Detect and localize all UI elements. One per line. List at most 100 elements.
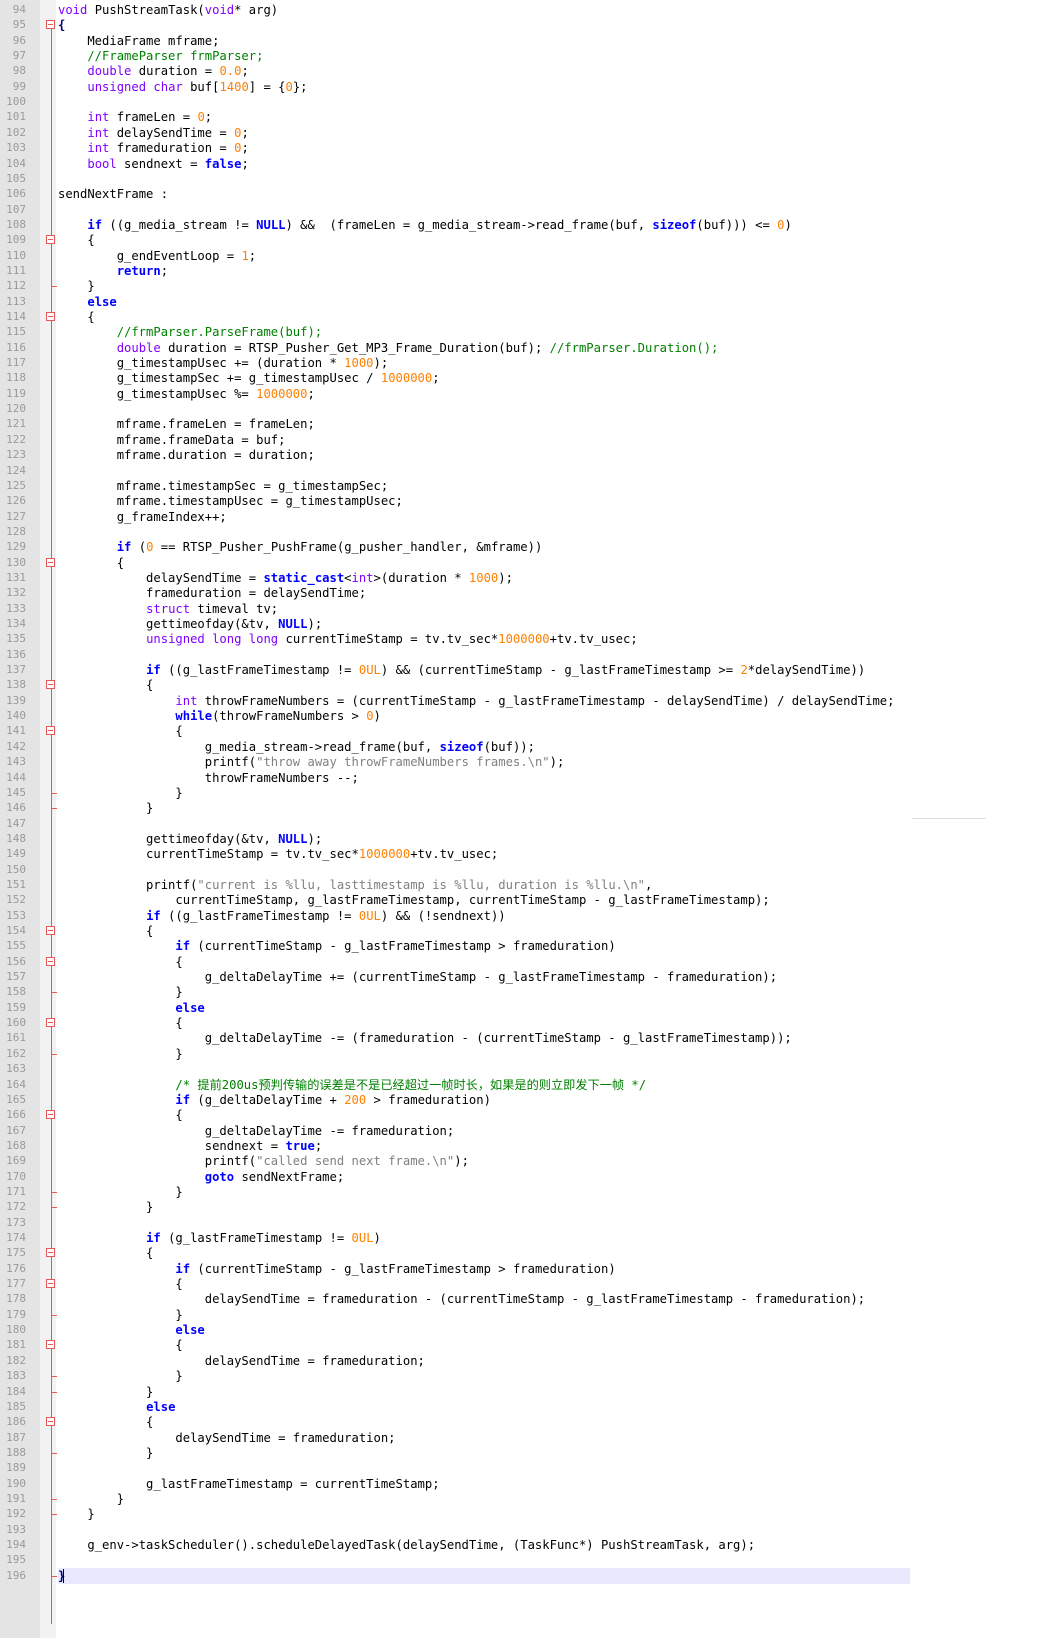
code-line[interactable]: 136 — [0, 647, 1037, 663]
fold-toggle-icon[interactable] — [46, 312, 55, 321]
code-text[interactable]: //FrameParser frmParser; — [58, 48, 263, 64]
code-text[interactable]: if ((g_lastFrameTimestamp != 0UL) && (!s… — [58, 908, 506, 924]
code-text[interactable]: } — [58, 1368, 182, 1384]
code-editor[interactable]: 94 void PushStreamTask(void* arg) 95{96 Me… — [0, 0, 1037, 1638]
code-text[interactable]: } — [58, 800, 153, 816]
code-text[interactable]: sendnext = true; — [58, 1138, 322, 1154]
code-line[interactable]: 151 printf("current is %llu, lasttimesta… — [0, 877, 1037, 893]
code-line[interactable]: 190 g_lastFrameTimestamp = currentTimeSt… — [0, 1476, 1037, 1492]
code-text[interactable]: { — [58, 1337, 182, 1353]
code-line[interactable]: 99 unsigned char buf[1400] = {0}; — [0, 79, 1037, 95]
code-line[interactable]: 168 sendnext = true; — [0, 1138, 1037, 1154]
fold-toggle-icon[interactable] — [46, 1110, 55, 1120]
code-text[interactable]: g_timestampUsec %= 1000000; — [58, 386, 315, 402]
code-line[interactable]: 132 frameduration = delaySendTime; — [0, 585, 1037, 601]
code-text[interactable]: double duration = RTSP_Pusher_Get_MP3_Fr… — [58, 340, 719, 356]
code-line[interactable]: 153 if ((g_lastFrameTimestamp != 0UL) &&… — [0, 908, 1037, 924]
code-line[interactable]: 169 printf("called send next frame.\n"); — [0, 1153, 1037, 1169]
code-line[interactable]: 148 gettimeofday(&tv, NULL); — [0, 831, 1037, 847]
code-line[interactable]: 186 { — [0, 1414, 1037, 1430]
code-text[interactable]: { — [58, 954, 182, 970]
code-text[interactable]: double duration = 0.0; — [58, 63, 248, 79]
code-line[interactable]: 154 { — [0, 923, 1037, 939]
code-line[interactable]: 109 { — [0, 232, 1037, 248]
code-line[interactable]: 192 } — [0, 1506, 1037, 1522]
code-line[interactable]: 179 } — [0, 1307, 1037, 1323]
code-line[interactable]: 128 — [0, 524, 1037, 540]
code-text[interactable]: int frameduration = 0; — [58, 140, 248, 156]
code-line[interactable]: 172 } — [0, 1199, 1037, 1215]
code-text[interactable]: { — [58, 1276, 182, 1292]
code-text[interactable]: mframe.frameData = buf; — [58, 432, 286, 448]
code-text[interactable]: g_timestampUsec += (duration * 1000); — [58, 355, 389, 371]
code-text[interactable]: g_deltaDelayTime += (currentTimeStamp - … — [58, 969, 777, 985]
code-text[interactable]: } — [58, 1307, 182, 1323]
code-line[interactable]: 106 sendNextFrame : — [0, 186, 1037, 202]
code-line[interactable]: 142 g_media_stream->read_frame(buf, size… — [0, 739, 1037, 755]
fold-toggle-icon[interactable] — [46, 557, 55, 567]
code-text[interactable]: g_lastFrameTimestamp = currentTimeStamp; — [58, 1476, 440, 1492]
code-text[interactable]: delaySendTime = frameduration; — [58, 1353, 425, 1369]
code-line[interactable]: 158 } — [0, 984, 1037, 1000]
code-line[interactable]: 149 currentTimeStamp = tv.tv_sec*1000000… — [0, 846, 1037, 862]
code-line[interactable]: 108 if ((g_media_stream != NULL) && (fra… — [0, 217, 1037, 233]
code-line[interactable]: 122 mframe.frameData = buf; — [0, 432, 1037, 448]
code-text[interactable]: unsigned long long currentTimeStamp = tv… — [58, 631, 638, 647]
code-text[interactable]: } — [58, 1506, 94, 1522]
code-text[interactable]: g_deltaDelayTime -= frameduration; — [58, 1123, 455, 1139]
code-text[interactable]: if ((g_lastFrameTimestamp != 0UL) && (cu… — [58, 662, 865, 678]
code-line[interactable]: 164 /* 提前200us预判传输的误差是不是已经超过一帧时长，如果是的则立即… — [0, 1077, 1037, 1093]
fold-toggle-icon[interactable] — [46, 1279, 55, 1289]
fold-toggle-icon[interactable] — [46, 1417, 55, 1427]
fold-toggle-icon[interactable] — [46, 726, 55, 736]
code-text[interactable]: mframe.duration = duration; — [58, 447, 315, 463]
code-text[interactable]: MediaFrame mframe; — [58, 33, 219, 49]
fold-toggle-icon[interactable] — [46, 926, 55, 935]
code-text[interactable]: g_deltaDelayTime -= (frameduration - (cu… — [58, 1030, 792, 1046]
code-text[interactable]: printf("called send next frame.\n"); — [58, 1153, 469, 1169]
code-line[interactable]: 157 g_deltaDelayTime += (currentTimeStam… — [0, 969, 1037, 985]
code-text[interactable]: { — [58, 309, 94, 325]
code-line[interactable]: 96 MediaFrame mframe; — [0, 33, 1037, 49]
code-text[interactable]: if ((g_media_stream != NULL) && (frameLe… — [58, 217, 791, 233]
code-line[interactable]: 111 return; — [0, 263, 1037, 279]
code-line[interactable]: 138 { — [0, 677, 1037, 693]
code-text[interactable]: if (g_lastFrameTimestamp != 0UL) — [58, 1230, 381, 1246]
code-text[interactable]: while(throwFrameNumbers > 0) — [58, 708, 380, 724]
code-text[interactable]: } — [58, 1046, 182, 1062]
code-text[interactable]: delaySendTime = frameduration; — [58, 1430, 395, 1446]
code-text[interactable]: printf("throw away throwFrameNumbers fra… — [58, 754, 565, 770]
code-text[interactable]: gettimeofday(&tv, NULL); — [58, 616, 322, 632]
code-text[interactable]: mframe.timestampSec = g_timestampSec; — [58, 478, 389, 494]
code-text[interactable]: } — [58, 1568, 65, 1584]
code-line[interactable]: 124 — [0, 463, 1037, 479]
code-line[interactable]: 101 int frameLen = 0; — [0, 109, 1037, 125]
code-text[interactable]: } — [58, 278, 94, 294]
code-line[interactable]: 103 int frameduration = 0; — [0, 140, 1037, 156]
code-line[interactable]: 115 //frmParser.ParseFrame(buf); — [0, 324, 1037, 340]
code-line[interactable]: 178 delaySendTime = frameduration - (cur… — [0, 1291, 1037, 1307]
code-text[interactable]: currentTimeStamp = tv.tv_sec*1000000+tv.… — [58, 846, 498, 862]
code-line[interactable]: 119 g_timestampUsec %= 1000000; — [0, 386, 1037, 402]
code-text[interactable]: if (0 == RTSP_Pusher_PushFrame(g_pusher_… — [58, 539, 543, 555]
code-line[interactable]: 135 unsigned long long currentTimeStamp … — [0, 631, 1037, 647]
fold-toggle-icon[interactable] — [46, 235, 55, 245]
code-text[interactable]: if (g_deltaDelayTime + 200 > framedurati… — [58, 1092, 491, 1108]
code-text[interactable]: { — [58, 17, 65, 33]
code-line[interactable]: 144 throwFrameNumbers --; — [0, 770, 1037, 786]
code-text[interactable]: return; — [58, 263, 168, 279]
code-line[interactable]: 107 — [0, 202, 1037, 218]
code-line[interactable]: 126 mframe.timestampUsec = g_timestampUs… — [0, 493, 1037, 509]
code-line[interactable]: 194 g_env->taskScheduler().scheduleDelay… — [0, 1537, 1037, 1553]
code-line[interactable]: 123 mframe.duration = duration; — [0, 447, 1037, 463]
code-line[interactable]: 97 //FrameParser frmParser; — [0, 48, 1037, 64]
code-line[interactable]: 121 mframe.frameLen = frameLen; — [0, 416, 1037, 432]
code-text[interactable]: currentTimeStamp, g_lastFrameTimestamp, … — [58, 892, 769, 908]
code-line[interactable]: 191 } — [0, 1491, 1037, 1507]
code-text[interactable]: bool sendnext = false; — [58, 156, 248, 172]
code-line[interactable]: 152 currentTimeStamp, g_lastFrameTimesta… — [0, 892, 1037, 908]
code-text[interactable]: { — [58, 555, 124, 571]
code-line[interactable]: 127 g_frameIndex++; — [0, 509, 1037, 525]
code-text[interactable]: } — [58, 1199, 153, 1215]
code-text[interactable]: { — [58, 677, 153, 693]
